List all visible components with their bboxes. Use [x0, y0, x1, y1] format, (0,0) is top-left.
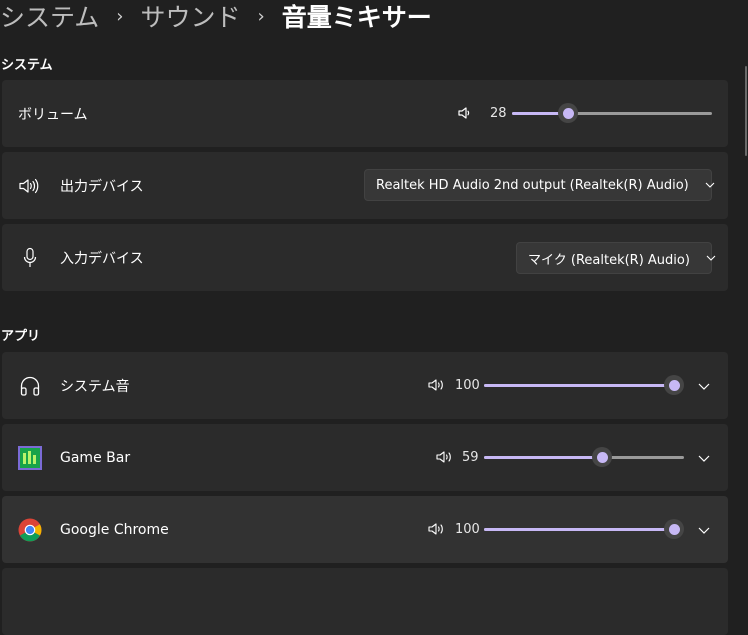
- scrollbar[interactable]: [745, 66, 747, 156]
- section-title-apps: アプリ: [1, 329, 41, 344]
- app-card-partial: [2, 568, 728, 635]
- app-volume-slider[interactable]: [484, 447, 684, 467]
- input-device-selected: マイク (Realtek(R) Audio): [528, 252, 690, 268]
- breadcrumb: システム › サウンド › 音量ミキサー: [0, 0, 432, 36]
- app-card-google-chrome: Google Chrome 100: [2, 496, 728, 563]
- app-volume-slider-fill: [484, 384, 674, 387]
- speaker-icon[interactable]: [428, 521, 446, 537]
- breadcrumb-separator: ›: [257, 5, 265, 27]
- app-volume-slider[interactable]: [484, 375, 684, 395]
- app-card-game-bar: Game Bar 59: [2, 424, 728, 491]
- volume-value: 28: [490, 106, 507, 121]
- chevron-down-icon: [705, 182, 715, 188]
- input-device-label: 入力デバイス: [60, 251, 144, 267]
- volume-card: ボリューム 28: [2, 80, 728, 147]
- breadcrumb-system[interactable]: システム: [0, 0, 99, 34]
- chevron-down-icon: [706, 255, 716, 261]
- output-device-selected: Realtek HD Audio 2nd output (Realtek(R) …: [376, 177, 689, 193]
- app-volume-slider[interactable]: [484, 519, 684, 539]
- speaker-loud-icon: [18, 175, 40, 197]
- breadcrumb-separator: ›: [116, 5, 124, 27]
- app-card-system-sounds: システム音 100: [2, 352, 728, 419]
- output-device-label: 出力デバイス: [60, 179, 144, 195]
- input-device-dropdown[interactable]: マイク (Realtek(R) Audio): [516, 242, 716, 274]
- app-volume-value: 100: [455, 522, 480, 537]
- app-volume-slider-fill: [484, 456, 602, 459]
- app-name: Google Chrome: [60, 522, 169, 538]
- volume-slider-thumb[interactable]: [558, 103, 578, 123]
- breadcrumb-volume-mixer: 音量ミキサー: [281, 3, 432, 32]
- app-volume-value: 100: [455, 378, 480, 393]
- volume-slider[interactable]: [512, 103, 712, 123]
- output-device-dropdown[interactable]: Realtek HD Audio 2nd output (Realtek(R) …: [364, 169, 715, 201]
- app-name: Game Bar: [60, 450, 131, 466]
- app-name: システム音: [60, 379, 130, 395]
- speaker-icon[interactable]: [428, 377, 446, 393]
- speaker-icon[interactable]: [436, 449, 454, 465]
- output-device-card: 出力デバイス Realtek HD Audio 2nd output (Real…: [2, 152, 728, 219]
- section-title-system: システム: [1, 58, 53, 73]
- expand-chevron-icon[interactable]: [694, 520, 714, 540]
- headphones-icon: [18, 374, 42, 398]
- game-bar-icon: [18, 446, 42, 470]
- volume-label: ボリューム: [18, 107, 88, 123]
- breadcrumb-sound[interactable]: サウンド: [140, 0, 240, 34]
- chrome-icon: [18, 518, 42, 542]
- app-volume-slider-thumb[interactable]: [664, 519, 684, 539]
- expand-chevron-icon[interactable]: [694, 448, 714, 468]
- input-device-card: 入力デバイス マイク (Realtek(R) Audio): [2, 224, 728, 291]
- expand-chevron-icon[interactable]: [694, 376, 714, 396]
- app-volume-slider-thumb[interactable]: [664, 375, 684, 395]
- app-volume-slider-fill: [484, 528, 674, 531]
- microphone-icon: [20, 246, 40, 270]
- speaker-icon[interactable]: [456, 104, 474, 122]
- app-volume-slider-thumb[interactable]: [592, 447, 612, 467]
- app-volume-value: 59: [462, 450, 479, 465]
